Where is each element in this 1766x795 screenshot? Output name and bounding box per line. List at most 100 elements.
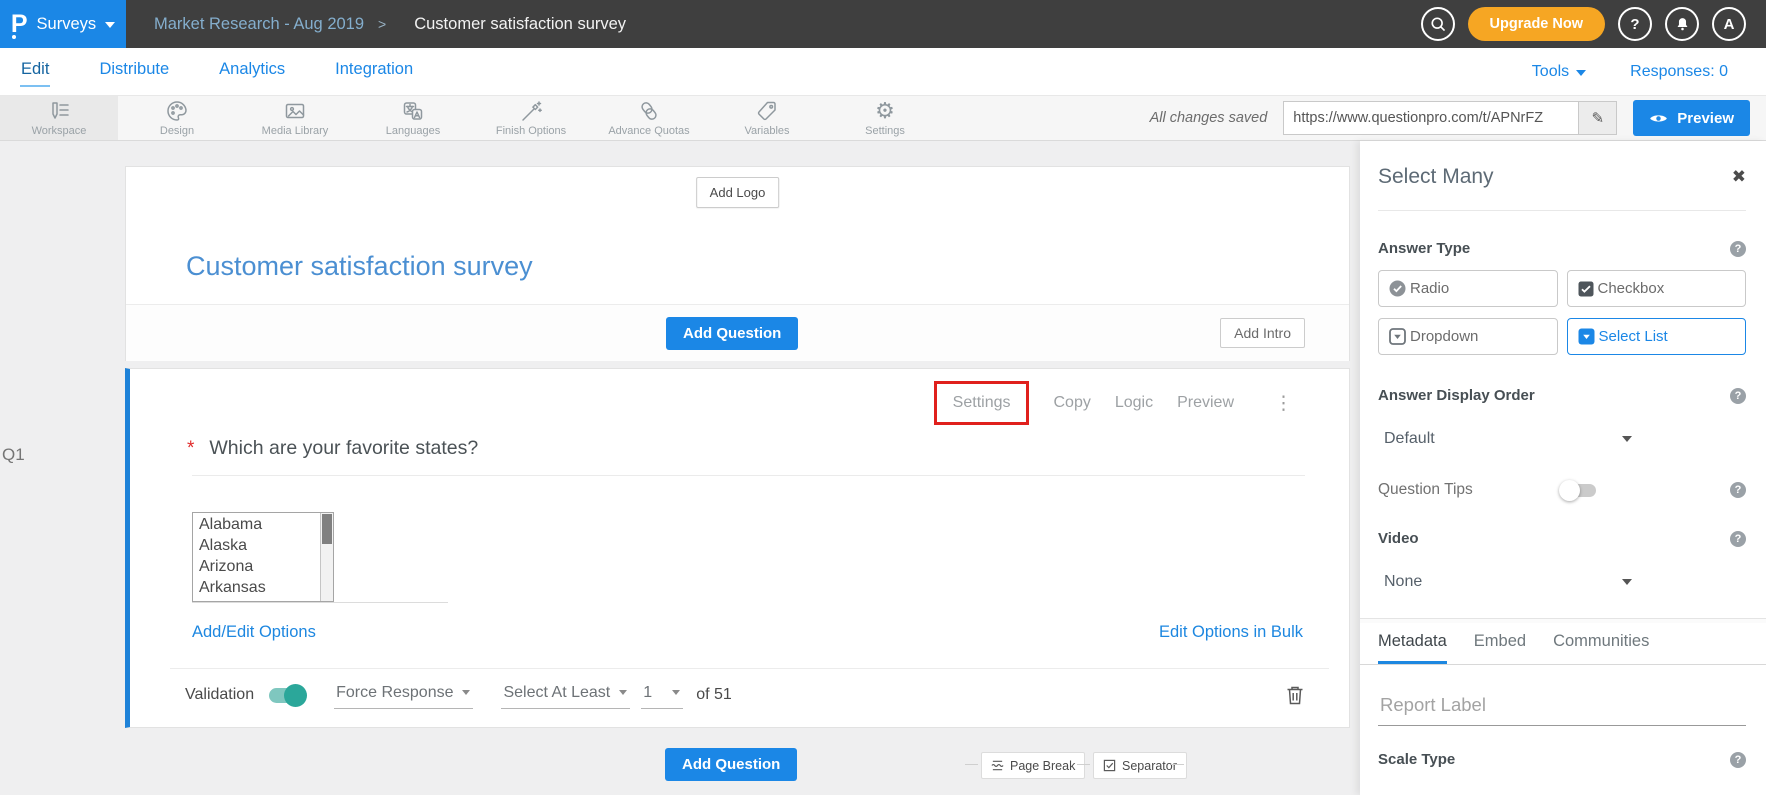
- edit-options-bulk-link[interactable]: Edit Options in Bulk: [1159, 623, 1303, 642]
- divider: [1378, 210, 1746, 211]
- separator-button[interactable]: Separator: [1093, 752, 1187, 779]
- toggle-knob: [1559, 480, 1580, 501]
- question-copy-button[interactable]: Copy: [1053, 394, 1090, 412]
- help-icon[interactable]: ?: [1730, 482, 1746, 498]
- avatar[interactable]: A: [1712, 7, 1746, 41]
- toolbar-item-variables[interactable]: Variables: [708, 96, 826, 140]
- list-item[interactable]: Arkansas: [199, 577, 320, 598]
- toolbar-item-advance-quotas[interactable]: Advance Quotas: [590, 96, 708, 140]
- display-order-select[interactable]: Default: [1378, 430, 1636, 448]
- questionpro-logo: P: [11, 12, 28, 37]
- tab-integration[interactable]: Integration: [334, 56, 414, 87]
- survey-logo-section: Add Logo Customer satisfaction survey: [126, 167, 1349, 304]
- translate-icon: [401, 99, 425, 123]
- upgrade-now-button[interactable]: Upgrade Now: [1468, 7, 1605, 41]
- question-logic-button[interactable]: Logic: [1115, 394, 1153, 412]
- preview-button-label: Preview: [1677, 110, 1734, 127]
- answer-listbox[interactable]: Alabama Alaska Arizona Arkansas: [192, 512, 334, 602]
- surveys-menu[interactable]: P Surveys: [0, 0, 126, 48]
- help-button[interactable]: ?: [1618, 7, 1652, 41]
- toolbar-item-label: Variables: [744, 125, 789, 137]
- search-icon: [1429, 15, 1447, 33]
- tab-analytics[interactable]: Analytics: [218, 56, 286, 87]
- chevron-down-icon: [105, 22, 115, 28]
- divider: [1077, 764, 1090, 765]
- add-question-button-top[interactable]: Add Question: [666, 317, 798, 350]
- add-logo-button[interactable]: Add Logo: [696, 177, 780, 208]
- edit-url-button[interactable]: ✎: [1578, 102, 1616, 134]
- scrollbar-thumb[interactable]: [322, 514, 332, 544]
- answer-type-dropdown[interactable]: Dropdown: [1378, 318, 1558, 355]
- tools-menu[interactable]: Tools: [1532, 63, 1586, 81]
- answer-type-select-list[interactable]: Select List: [1567, 318, 1747, 355]
- toolbar-item-languages[interactable]: Languages: [354, 96, 472, 140]
- question-preview-button[interactable]: Preview: [1177, 394, 1234, 412]
- tab-metadata[interactable]: Metadata: [1378, 632, 1447, 664]
- answer-type-label-radio: Radio: [1410, 280, 1449, 297]
- bottom-action-bar: Add Question Page Break Separator: [125, 748, 1350, 788]
- close-icon[interactable]: ✖: [1732, 167, 1746, 187]
- validation-toggle[interactable]: [269, 688, 305, 703]
- display-order-value: Default: [1384, 430, 1435, 448]
- breadcrumb-current: Customer satisfaction survey: [414, 15, 626, 34]
- tab-communities[interactable]: Communities: [1553, 632, 1649, 664]
- preview-button[interactable]: Preview: [1633, 100, 1750, 136]
- trash-icon: [1285, 684, 1305, 706]
- toolbar-item-finish-options[interactable]: Finish Options: [472, 96, 590, 140]
- toolbar-item-design[interactable]: Design: [118, 96, 236, 140]
- pencil-icon: ✎: [1591, 109, 1604, 127]
- validation-count-dropdown[interactable]: 1: [641, 682, 683, 709]
- help-icon[interactable]: ?: [1730, 531, 1746, 547]
- delete-question-button[interactable]: [1285, 684, 1305, 706]
- search-button[interactable]: [1421, 7, 1455, 41]
- survey-url-input[interactable]: [1284, 102, 1578, 134]
- answer-type-label-dropdown: Dropdown: [1410, 328, 1478, 345]
- help-icon[interactable]: ?: [1730, 388, 1746, 404]
- answer-type-radio[interactable]: Radio: [1378, 270, 1558, 307]
- question-tips-toggle[interactable]: [1562, 484, 1596, 497]
- toolbar-item-workspace[interactable]: Workspace: [0, 96, 118, 140]
- chevron-down-icon: [1622, 436, 1632, 442]
- top-bar: P Surveys Market Research - Aug 2019 > C…: [0, 0, 1766, 48]
- toolbar-item-media-library[interactable]: Media Library: [236, 96, 354, 140]
- answer-options: Alabama Alaska Arizona Arkansas: [193, 513, 320, 601]
- breadcrumb-folder[interactable]: Market Research - Aug 2019: [154, 15, 364, 34]
- panel-tabs: Metadata Embed Communities: [1360, 623, 1766, 665]
- notifications-button[interactable]: [1665, 7, 1699, 41]
- video-select[interactable]: None: [1378, 573, 1636, 591]
- page-break-button[interactable]: Page Break: [981, 752, 1085, 779]
- help-icon[interactable]: ?: [1730, 241, 1746, 257]
- page-break-label: Page Break: [1010, 759, 1075, 773]
- chain-link-icon: [637, 99, 661, 123]
- options-links-row: Add/Edit Options Edit Options in Bulk: [192, 623, 1303, 642]
- answer-type-checkbox[interactable]: Checkbox: [1567, 270, 1747, 307]
- validation-condition-dropdown[interactable]: Select At Least: [501, 682, 630, 709]
- survey-title[interactable]: Customer satisfaction survey: [186, 251, 533, 282]
- help-icon[interactable]: ?: [1730, 752, 1746, 768]
- list-item[interactable]: Alabama: [199, 514, 320, 535]
- add-intro-button[interactable]: Add Intro: [1220, 318, 1305, 348]
- surveys-menu-label: Surveys: [37, 15, 97, 34]
- toolbar-item-label: Finish Options: [496, 125, 566, 137]
- list-item[interactable]: Arizona: [199, 556, 320, 577]
- topbar-actions: Upgrade Now ? A: [1421, 7, 1766, 41]
- toolbar-item-settings[interactable]: ⚙ Settings: [826, 96, 944, 140]
- more-options-icon[interactable]: ⋮: [1274, 392, 1293, 415]
- list-item[interactable]: Alaska: [199, 535, 320, 556]
- question-text[interactable]: Which are your favorite states?: [209, 437, 478, 460]
- add-edit-options-link[interactable]: Add/Edit Options: [192, 623, 316, 642]
- tab-embed[interactable]: Embed: [1474, 632, 1526, 664]
- report-label-input[interactable]: [1378, 694, 1746, 726]
- question-settings-button[interactable]: Settings: [953, 394, 1011, 411]
- settings-highlight-box: Settings: [934, 381, 1030, 425]
- tab-distribute[interactable]: Distribute: [98, 56, 170, 87]
- checkbox-icon: [1103, 759, 1116, 772]
- validation-rule-dropdown[interactable]: Force Response: [334, 682, 473, 709]
- tab-edit[interactable]: Edit: [20, 56, 50, 87]
- add-question-button-bottom[interactable]: Add Question: [665, 748, 797, 781]
- toolbar-item-label: Media Library: [262, 125, 329, 137]
- responses-count: Responses: 0: [1630, 63, 1728, 81]
- nav-tabs: Edit Distribute Analytics Integration: [20, 56, 414, 87]
- listbox-scrollbar[interactable]: [320, 513, 333, 601]
- video-label: Video: [1378, 530, 1419, 547]
